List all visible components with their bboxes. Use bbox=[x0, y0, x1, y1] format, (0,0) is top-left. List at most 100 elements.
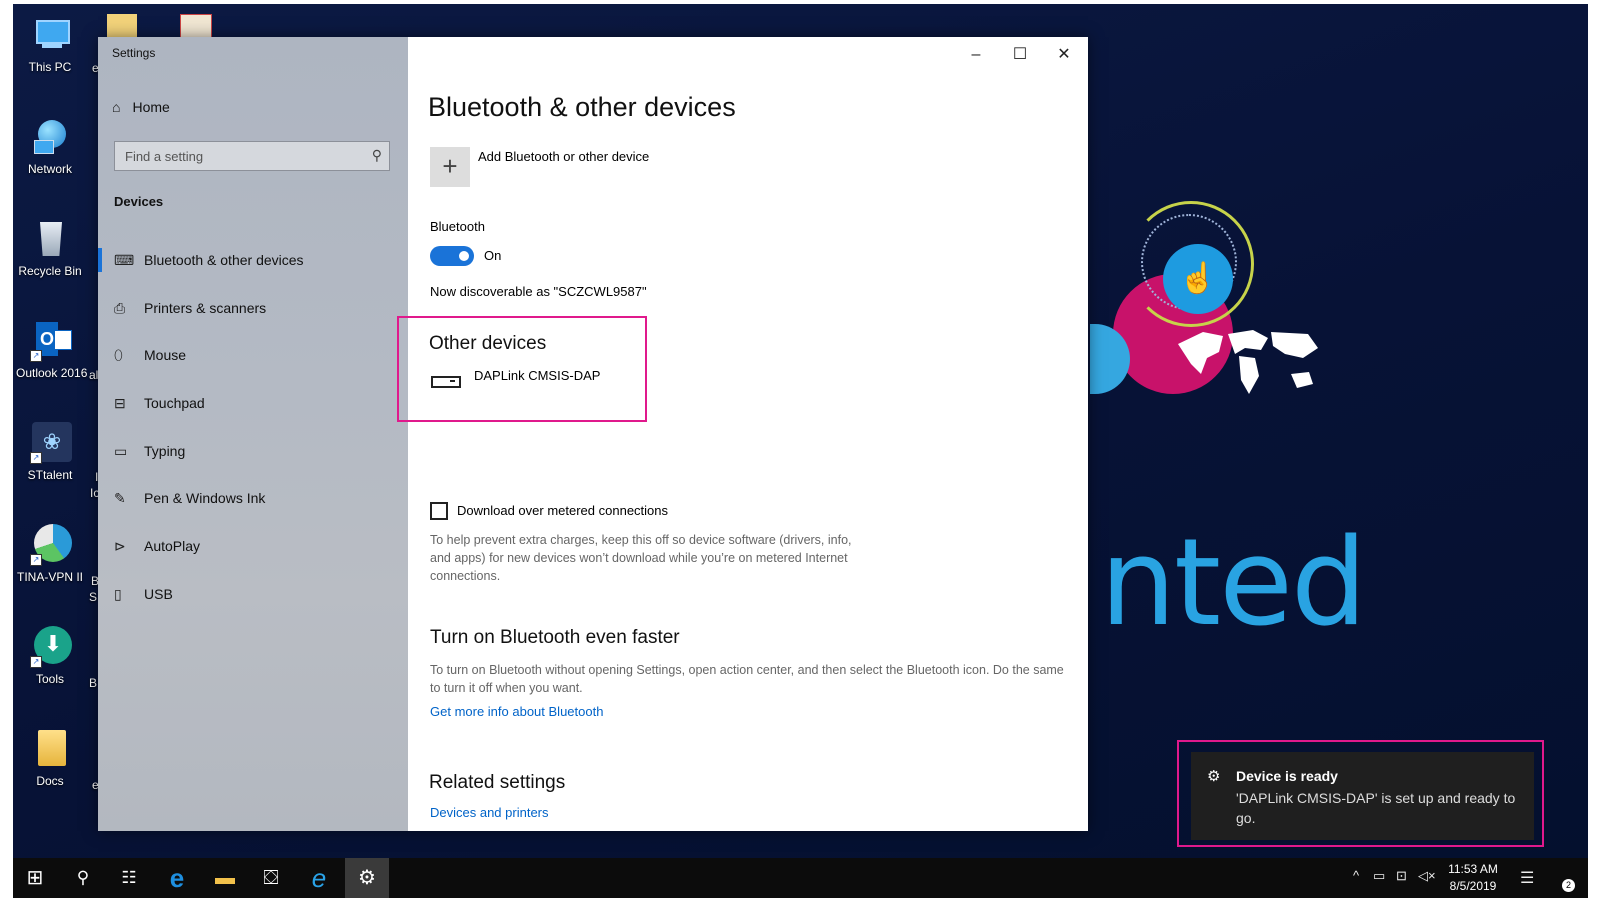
desktop-icon-docs[interactable]: Docs bbox=[16, 728, 84, 788]
discoverable-text: Now discoverable as "SCZCWL9587" bbox=[430, 284, 647, 299]
desktop-icon-recycle-bin[interactable]: Recycle Bin bbox=[16, 218, 84, 278]
file-explorer-icon: ▬ bbox=[215, 867, 235, 889]
file-explorer-button[interactable]: ▬ bbox=[203, 858, 247, 898]
battery-icon[interactable]: ▭ bbox=[1373, 868, 1385, 884]
maximize-button[interactable]: ☐ bbox=[1005, 43, 1035, 67]
bluetooth-info-link[interactable]: Get more info about Bluetooth bbox=[430, 704, 603, 719]
tools-icon: ⬇ ↗ bbox=[30, 626, 72, 668]
related-settings-heading: Related settings bbox=[429, 772, 566, 793]
faster-help-text: To turn on Bluetooth without opening Set… bbox=[430, 663, 1064, 695]
clock[interactable]: 11:53 AM 8/5/2019 bbox=[1444, 861, 1502, 895]
network-icon bbox=[30, 116, 70, 158]
nav-item-label: USB bbox=[144, 586, 173, 602]
desktop-icon-sttalent[interactable]: ❀ ↗ STtalent bbox=[16, 422, 84, 482]
desktop-icon-this-pc[interactable]: This PC bbox=[16, 14, 84, 74]
home-icon: ⌂ bbox=[112, 99, 121, 115]
nav-item-label: Touchpad bbox=[144, 395, 205, 411]
nav-item-touchpad[interactable]: ⊟ Touchpad bbox=[98, 383, 408, 423]
truncated-label: al bbox=[89, 368, 99, 382]
add-device-button[interactable]: + bbox=[430, 147, 470, 187]
network-icon[interactable]: ⊡ bbox=[1396, 868, 1407, 884]
settings-gear-icon: ⚙ bbox=[1207, 768, 1221, 785]
device-list-item[interactable]: DAPLink CMSIS-DAP bbox=[474, 368, 600, 383]
nav-item-typing[interactable]: ▭ Typing bbox=[98, 431, 408, 471]
truncated-label: B bbox=[89, 676, 98, 690]
clock-date: 8/5/2019 bbox=[1449, 879, 1497, 893]
keyboard-icon: ▭ bbox=[114, 442, 128, 459]
metered-help-text: To help prevent extra charges, keep this… bbox=[430, 533, 852, 583]
vpn-icon: ↗ bbox=[30, 524, 72, 566]
notification-count-badge: 2 bbox=[1562, 879, 1575, 892]
autoplay-icon: ⊳ bbox=[114, 537, 126, 554]
start-icon: ⊞ bbox=[26, 867, 44, 889]
settings-taskbar-button[interactable]: ⚙ bbox=[345, 858, 389, 898]
desktop-icon-label: Recycle Bin bbox=[18, 264, 82, 278]
search-field[interactable]: ⚲ bbox=[114, 141, 390, 171]
nav-item-usb[interactable]: ▯ USB bbox=[98, 574, 408, 614]
sttalent-icon: ❀ ↗ bbox=[30, 422, 72, 464]
metered-label[interactable]: Download over metered connections bbox=[457, 503, 668, 518]
nav-item-label: Mouse bbox=[144, 347, 187, 363]
search-icon: ⚲ bbox=[371, 147, 382, 163]
nav-item-label: Pen & Windows Ink bbox=[144, 490, 266, 506]
desktop-icon-vpn[interactable]: ↗ TINA-VPN II bbox=[16, 524, 84, 584]
desktop-icon-tools[interactable]: ⬇ ↗ Tools bbox=[16, 626, 84, 686]
world-map-icon bbox=[1178, 330, 1318, 394]
other-devices-heading: Other devices bbox=[429, 333, 547, 354]
task-view-icon: ☷ bbox=[121, 868, 137, 887]
toast-notification[interactable]: ⚙ Device is ready 'DAPLink CMSIS-DAP' is… bbox=[1191, 752, 1534, 840]
home-nav-button[interactable]: ⌂ Home bbox=[112, 99, 170, 115]
nav-item-mouse[interactable]: ⬯ Mouse bbox=[98, 335, 408, 375]
desktop-icon-label: This PC bbox=[28, 60, 72, 74]
devices-printers-link[interactable]: Devices and printers bbox=[430, 805, 549, 820]
internet-explorer-button[interactable]: e bbox=[297, 858, 341, 898]
desktop-icon-label: Outlook 2016 bbox=[16, 366, 88, 380]
toast-title: Device is ready bbox=[1236, 768, 1338, 784]
nav-item-bluetooth[interactable]: ⌨ Bluetooth & other devices bbox=[98, 240, 408, 280]
system-tray: ^ ▭ ⊡ ◁× 11:53 AM 8/5/2019 ☰ 2 bbox=[1348, 858, 1588, 898]
clock-time: 11:53 AM bbox=[1448, 862, 1498, 876]
edge-icon: e bbox=[169, 863, 185, 893]
close-button[interactable]: ✕ bbox=[1049, 43, 1079, 67]
edge-button[interactable]: e bbox=[155, 858, 199, 898]
minimize-button[interactable]: – bbox=[961, 43, 991, 67]
recycle-bin-icon bbox=[30, 218, 70, 260]
search-input[interactable] bbox=[115, 142, 375, 170]
action-center-icon[interactable]: ☰ bbox=[1520, 868, 1534, 888]
bluetooth-toggle[interactable] bbox=[430, 246, 474, 266]
this-pc-icon bbox=[30, 14, 70, 56]
task-view-button[interactable]: ☷ bbox=[107, 858, 151, 898]
home-label: Home bbox=[132, 99, 170, 115]
faster-heading: Turn on Bluetooth even faster bbox=[430, 627, 680, 648]
volume-muted-icon[interactable]: ◁× bbox=[1418, 868, 1436, 884]
bluetooth-devices-icon: ⌨ bbox=[114, 251, 135, 268]
nav-item-label: Printers & scanners bbox=[144, 300, 267, 316]
printer-icon: ⎙ bbox=[114, 299, 126, 316]
nav-item-label: AutoPlay bbox=[144, 538, 201, 554]
nav-item-pen[interactable]: ✎ Pen & Windows Ink bbox=[98, 478, 408, 518]
window-title: Settings bbox=[112, 46, 156, 60]
store-button[interactable]: ⛋ bbox=[249, 858, 293, 898]
nav-item-printers[interactable]: ⎙ Printers & scanners bbox=[98, 288, 408, 328]
pen-icon: ✎ bbox=[114, 489, 126, 506]
desktop-icon-outlook[interactable]: O ↗ Outlook 2016 bbox=[16, 320, 88, 380]
touch-icon: ☝ bbox=[1163, 244, 1233, 314]
search-icon: ⚲ bbox=[76, 868, 90, 887]
start-button[interactable]: ⊞ bbox=[13, 858, 57, 898]
folder-icon[interactable] bbox=[107, 14, 137, 38]
internet-explorer-icon: e bbox=[311, 863, 327, 893]
taskbar-search-button[interactable]: ⚲ bbox=[61, 858, 105, 898]
metered-checkbox[interactable] bbox=[430, 502, 448, 520]
toast-message: 'DAPLink CMSIS-DAP' is set up and ready … bbox=[1236, 790, 1516, 826]
usb-icon: ▯ bbox=[114, 585, 122, 602]
chevron-up-icon[interactable]: ^ bbox=[1353, 868, 1359, 883]
add-device-label[interactable]: Add Bluetooth or other device bbox=[478, 149, 649, 164]
desktop-icon-network[interactable]: Network bbox=[16, 116, 84, 176]
nav-item-autoplay[interactable]: ⊳ AutoPlay bbox=[98, 526, 408, 566]
page-title: Bluetooth & other devices bbox=[428, 92, 736, 122]
wallpaper-brand-text: nted bbox=[1100, 514, 1367, 653]
desktop-icon-label: Docs bbox=[36, 774, 64, 788]
desktop-icon-label: STtalent bbox=[27, 468, 73, 482]
bluetooth-state: On bbox=[484, 248, 502, 263]
settings-gear-icon: ⚙ bbox=[358, 867, 376, 889]
